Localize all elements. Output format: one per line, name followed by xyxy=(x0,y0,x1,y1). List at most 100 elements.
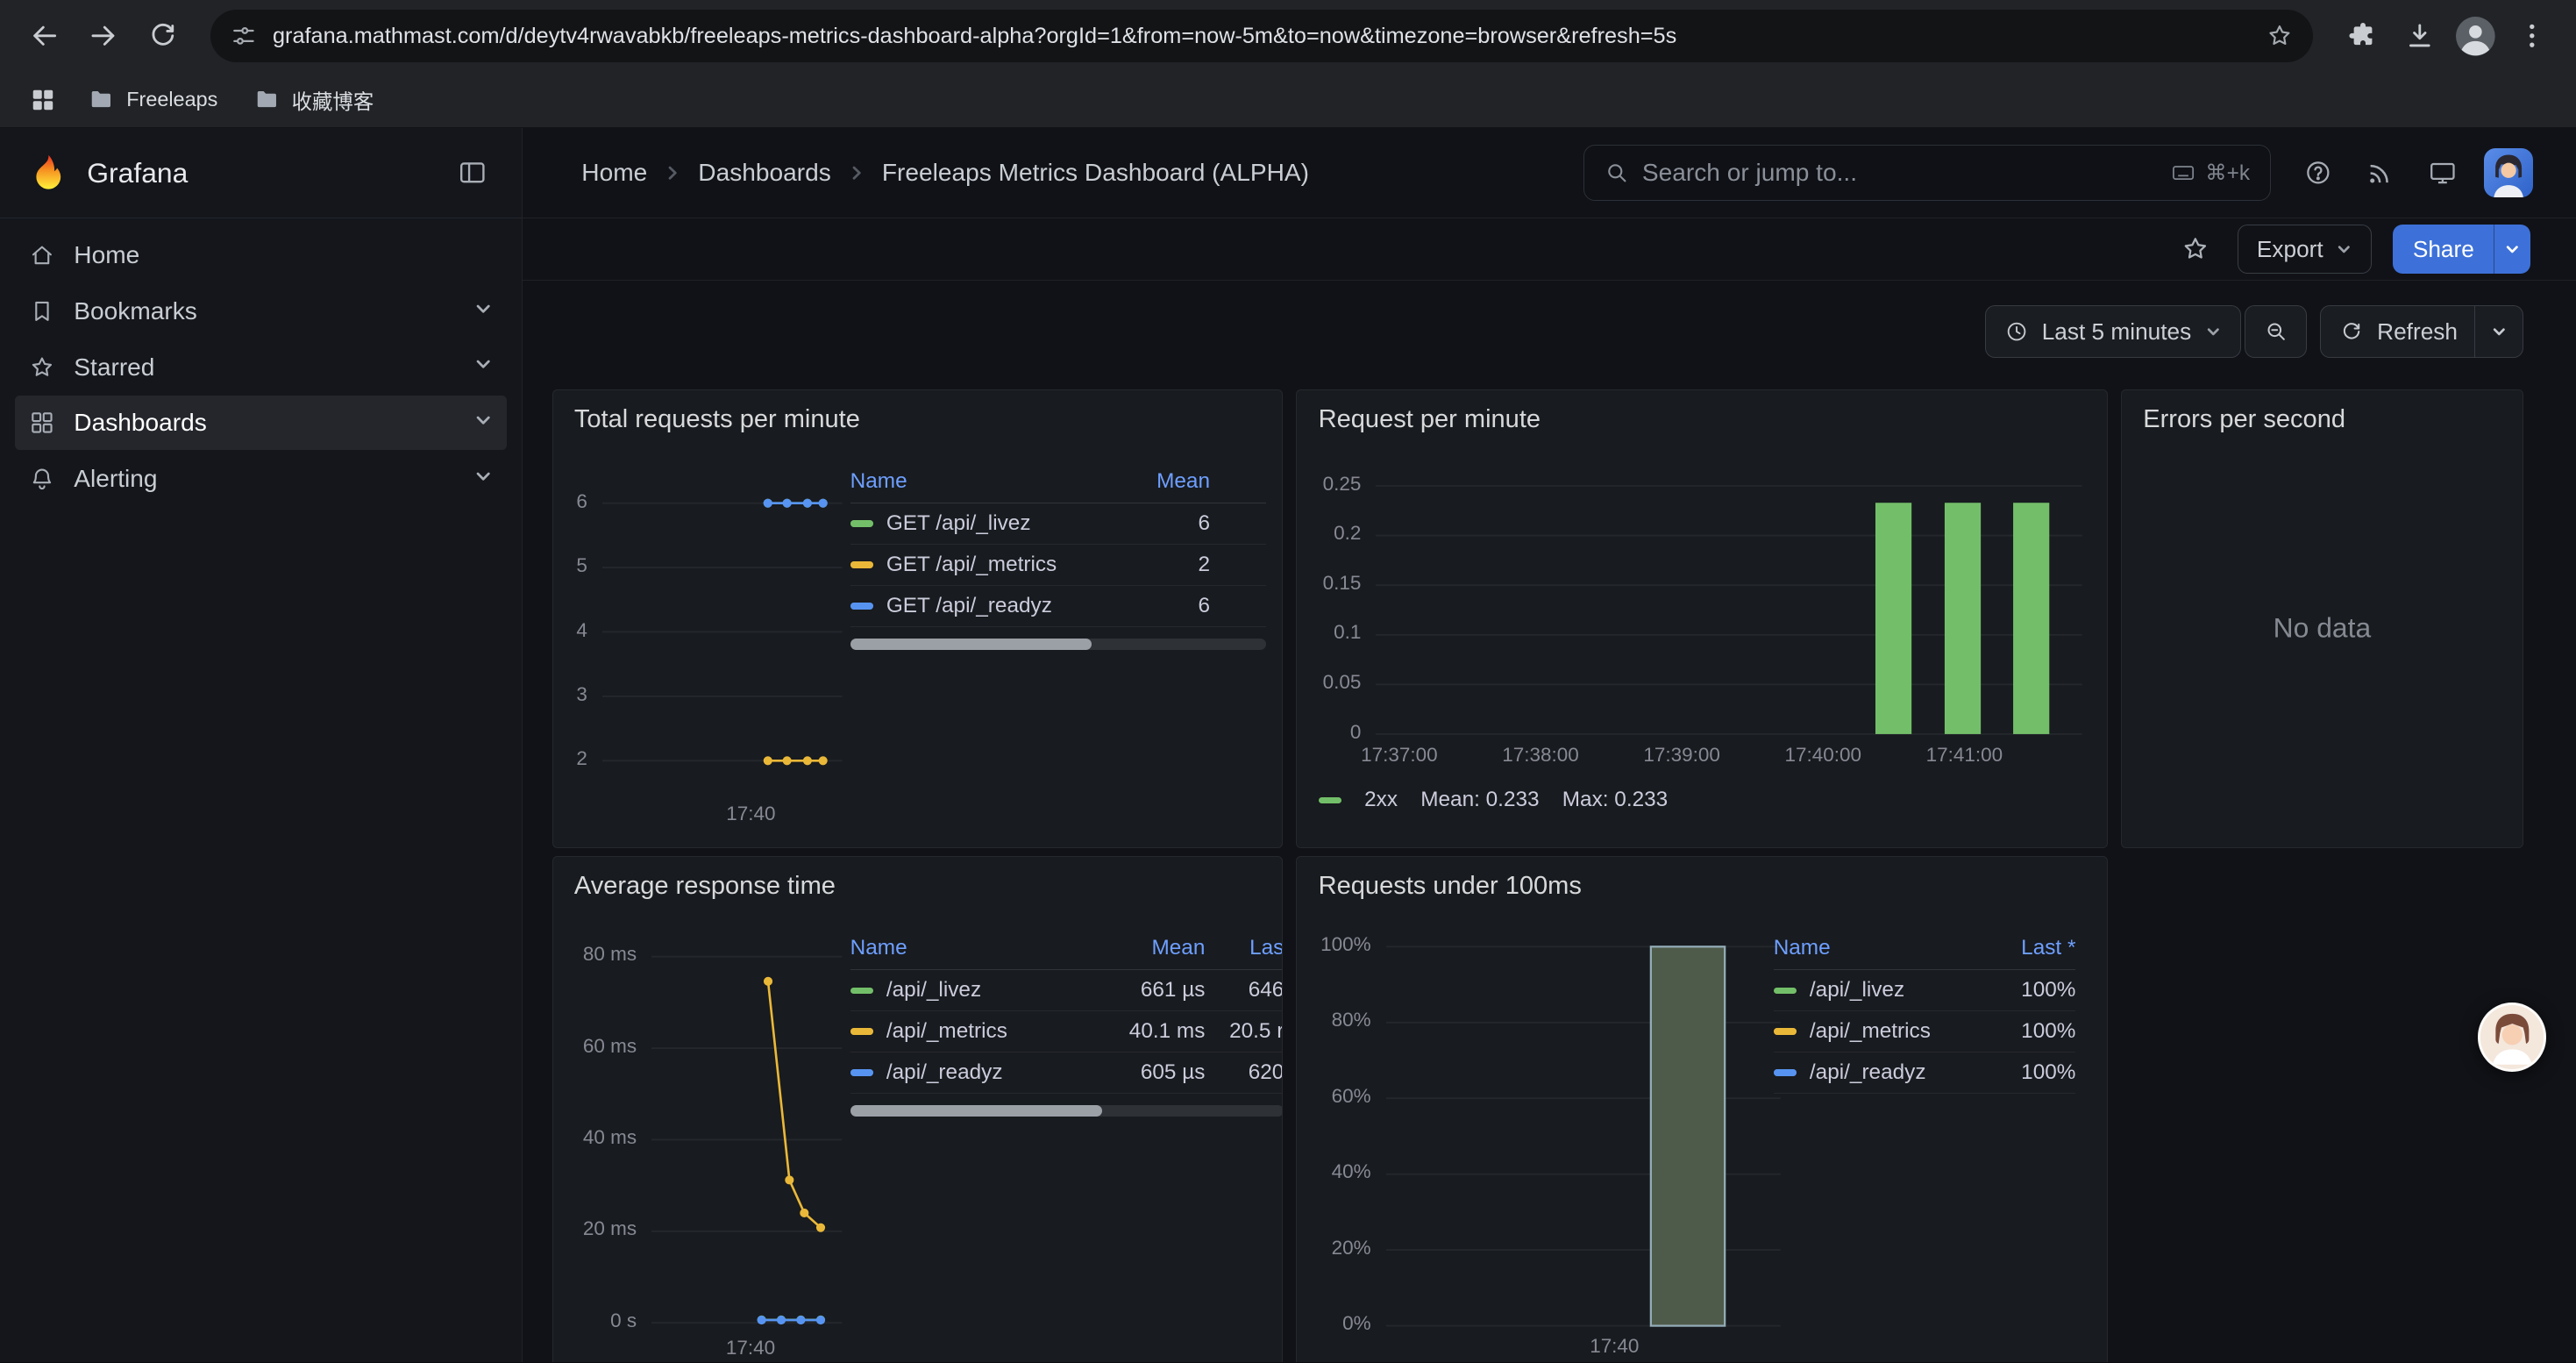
zoom-out-button[interactable] xyxy=(2245,305,2307,358)
legend-row[interactable]: GET /api/_readyz6 xyxy=(850,586,1266,627)
x-axis-tick-label: 17:39:00 xyxy=(1643,744,1719,767)
refresh-split-button[interactable]: Refresh xyxy=(2320,305,2523,358)
legend-row[interactable]: GET /api/_livez6 xyxy=(850,503,1266,545)
favorite-star-icon[interactable] xyxy=(2174,228,2217,271)
breadcrumb-current: Freeleaps Metrics Dashboard (ALPHA) xyxy=(882,159,1309,187)
sidebar-item-starred[interactable]: Starred xyxy=(15,340,507,395)
y-axis-tick-label: 2 xyxy=(576,747,601,770)
sidebar-header: Grafana xyxy=(0,128,522,218)
apps-grid-icon[interactable] xyxy=(19,77,65,123)
x-axis-tick-label: 17:41:00 xyxy=(1926,744,2003,767)
legend-row[interactable]: /api/_readyz605 µs620 xyxy=(850,1053,1284,1094)
star-icon xyxy=(28,353,56,382)
reload-icon[interactable] xyxy=(135,8,191,64)
download-icon[interactable] xyxy=(2392,8,2448,64)
legend-header-cell[interactable]: Last * xyxy=(1990,936,2075,960)
user-avatar[interactable] xyxy=(2484,148,2533,197)
panel-title[interactable]: Requests under 100ms xyxy=(1319,872,1582,901)
legend-header-cell[interactable]: Mean xyxy=(1107,936,1205,960)
scrollbar-thumb[interactable] xyxy=(850,1105,1102,1117)
legend-row[interactable]: /api/_metrics100% xyxy=(1774,1011,2076,1053)
x-axis-tick-label: 17:40 xyxy=(726,803,775,825)
y-axis-tick-label: 4 xyxy=(576,619,601,642)
chevron-down-icon[interactable] xyxy=(473,465,494,493)
sidebar-item-dashboards[interactable]: Dashboards xyxy=(15,396,507,450)
legend-header-cell[interactable]: Mean xyxy=(1128,469,1210,494)
legend-row[interactable]: /api/_readyz100% xyxy=(1774,1053,2076,1094)
legend-header-cell[interactable]: Name xyxy=(850,936,1107,960)
share-button[interactable]: Share xyxy=(2393,225,2494,274)
back-icon[interactable] xyxy=(17,8,73,64)
export-button[interactable]: Export xyxy=(2238,225,2372,274)
data-point xyxy=(758,1316,766,1324)
time-range-button[interactable]: Last 5 minutes xyxy=(1985,305,2241,358)
series-name-text: /api/_metrics xyxy=(886,1019,1007,1044)
chart-plot: 80 ms60 ms40 ms20 ms0 s17:40 xyxy=(651,943,842,1327)
bookmark-label: Freeleaps xyxy=(126,88,217,111)
sidebar-item-alerting[interactable]: Alerting xyxy=(15,452,507,506)
legend-series-name[interactable]: 2xx xyxy=(1364,788,1398,812)
legend-scrollbar[interactable] xyxy=(850,639,1266,650)
x-axis-tick-label: 17:38:00 xyxy=(1502,744,1578,767)
sidebar-item-bookmarks[interactable]: Bookmarks xyxy=(15,284,507,339)
panel-title[interactable]: Errors per second xyxy=(2143,405,2345,434)
series-name-text: /api/_livez xyxy=(886,978,981,1003)
rss-icon[interactable] xyxy=(2352,145,2409,201)
bookmark-folder-freeleaps[interactable]: Freeleaps xyxy=(75,80,231,119)
panel-title[interactable]: Request per minute xyxy=(1319,405,1541,434)
chevron-down-icon[interactable] xyxy=(473,409,494,437)
assistant-avatar[interactable] xyxy=(2478,1003,2547,1072)
sidebar-item-label: Alerting xyxy=(74,465,157,493)
zoom-out-icon xyxy=(2264,319,2288,344)
browser-toolbar: grafana.mathmast.com/d/deytv4rwavabkb/fr… xyxy=(0,0,2576,72)
legend-header-cell[interactable]: Name xyxy=(850,469,1128,494)
monitor-icon[interactable] xyxy=(2415,145,2471,201)
sidebar-item-home[interactable]: Home xyxy=(15,228,507,282)
chevron-down-icon[interactable] xyxy=(473,353,494,382)
data-point xyxy=(763,756,772,765)
share-menu-button[interactable] xyxy=(2494,225,2530,274)
legend-value: 661 µs xyxy=(1107,978,1205,1003)
series-name-text: /api/_metrics xyxy=(1810,1019,1931,1044)
panel-errors-per-second: Errors per second No data xyxy=(2121,389,2523,848)
legend-header-cell[interactable]: Las xyxy=(1205,936,1283,960)
legend-scrollbar[interactable] xyxy=(850,1105,1284,1117)
legend-value: 620 xyxy=(1205,1060,1283,1085)
chevron-down-icon xyxy=(2490,323,2508,341)
breadcrumb-home[interactable]: Home xyxy=(581,159,647,187)
bar xyxy=(1945,503,1981,734)
scrollbar-thumb[interactable] xyxy=(850,639,1092,650)
sidebar-item-label: Dashboards xyxy=(74,409,206,437)
url-bar[interactable]: grafana.mathmast.com/d/deytv4rwavabkb/fr… xyxy=(210,10,2313,62)
panel-title[interactable]: Average response time xyxy=(574,872,836,901)
refresh-interval-button[interactable] xyxy=(2474,306,2515,357)
bookmark-folder-blogs[interactable]: 收藏博客 xyxy=(241,78,388,121)
legend-row[interactable]: /api/_metrics40.1 ms20.5 r xyxy=(850,1011,1284,1053)
panel-title[interactable]: Total requests per minute xyxy=(574,405,860,434)
legend-row[interactable]: /api/_livez100% xyxy=(1774,970,2076,1011)
help-icon[interactable] xyxy=(2290,145,2346,201)
series-name-text: /api/_readyz xyxy=(1810,1060,1926,1085)
dock-sidebar-icon[interactable] xyxy=(449,150,495,196)
legend-row[interactable]: GET /api/_metrics2 xyxy=(850,545,1266,586)
time-picker-group: Last 5 minutes xyxy=(1985,305,2307,358)
browser-menu-icon[interactable] xyxy=(2504,8,2560,64)
breadcrumb-dashboards[interactable]: Dashboards xyxy=(698,159,830,187)
forward-icon[interactable] xyxy=(75,8,132,64)
legend-row[interactable]: /api/_livez661 µs646 xyxy=(850,970,1284,1011)
y-axis-tick-label: 0 s xyxy=(610,1309,651,1332)
browser-profile-avatar[interactable] xyxy=(2454,15,2497,58)
legend-series-name: /api/_metrics xyxy=(1774,1019,1990,1044)
y-axis-tick-label: 100% xyxy=(1320,933,1385,956)
bookmark-star-icon[interactable] xyxy=(2266,22,2294,50)
bookmarks-bar: Freeleaps 收藏博客 xyxy=(0,72,2576,128)
extensions-icon[interactable] xyxy=(2333,8,2389,64)
data-point xyxy=(803,756,812,765)
search-input[interactable]: Search or jump to... ⌘+k xyxy=(1583,145,2270,201)
keyboard-icon xyxy=(2171,161,2195,185)
legend-header-cell[interactable]: Name xyxy=(1774,936,1990,960)
legend-value: 2 xyxy=(1128,553,1210,577)
chevron-down-icon[interactable] xyxy=(473,297,494,325)
requests-per-minute-svg xyxy=(1376,486,2082,734)
sidebar: Grafana Home Bookmarks Starred xyxy=(0,128,523,1362)
